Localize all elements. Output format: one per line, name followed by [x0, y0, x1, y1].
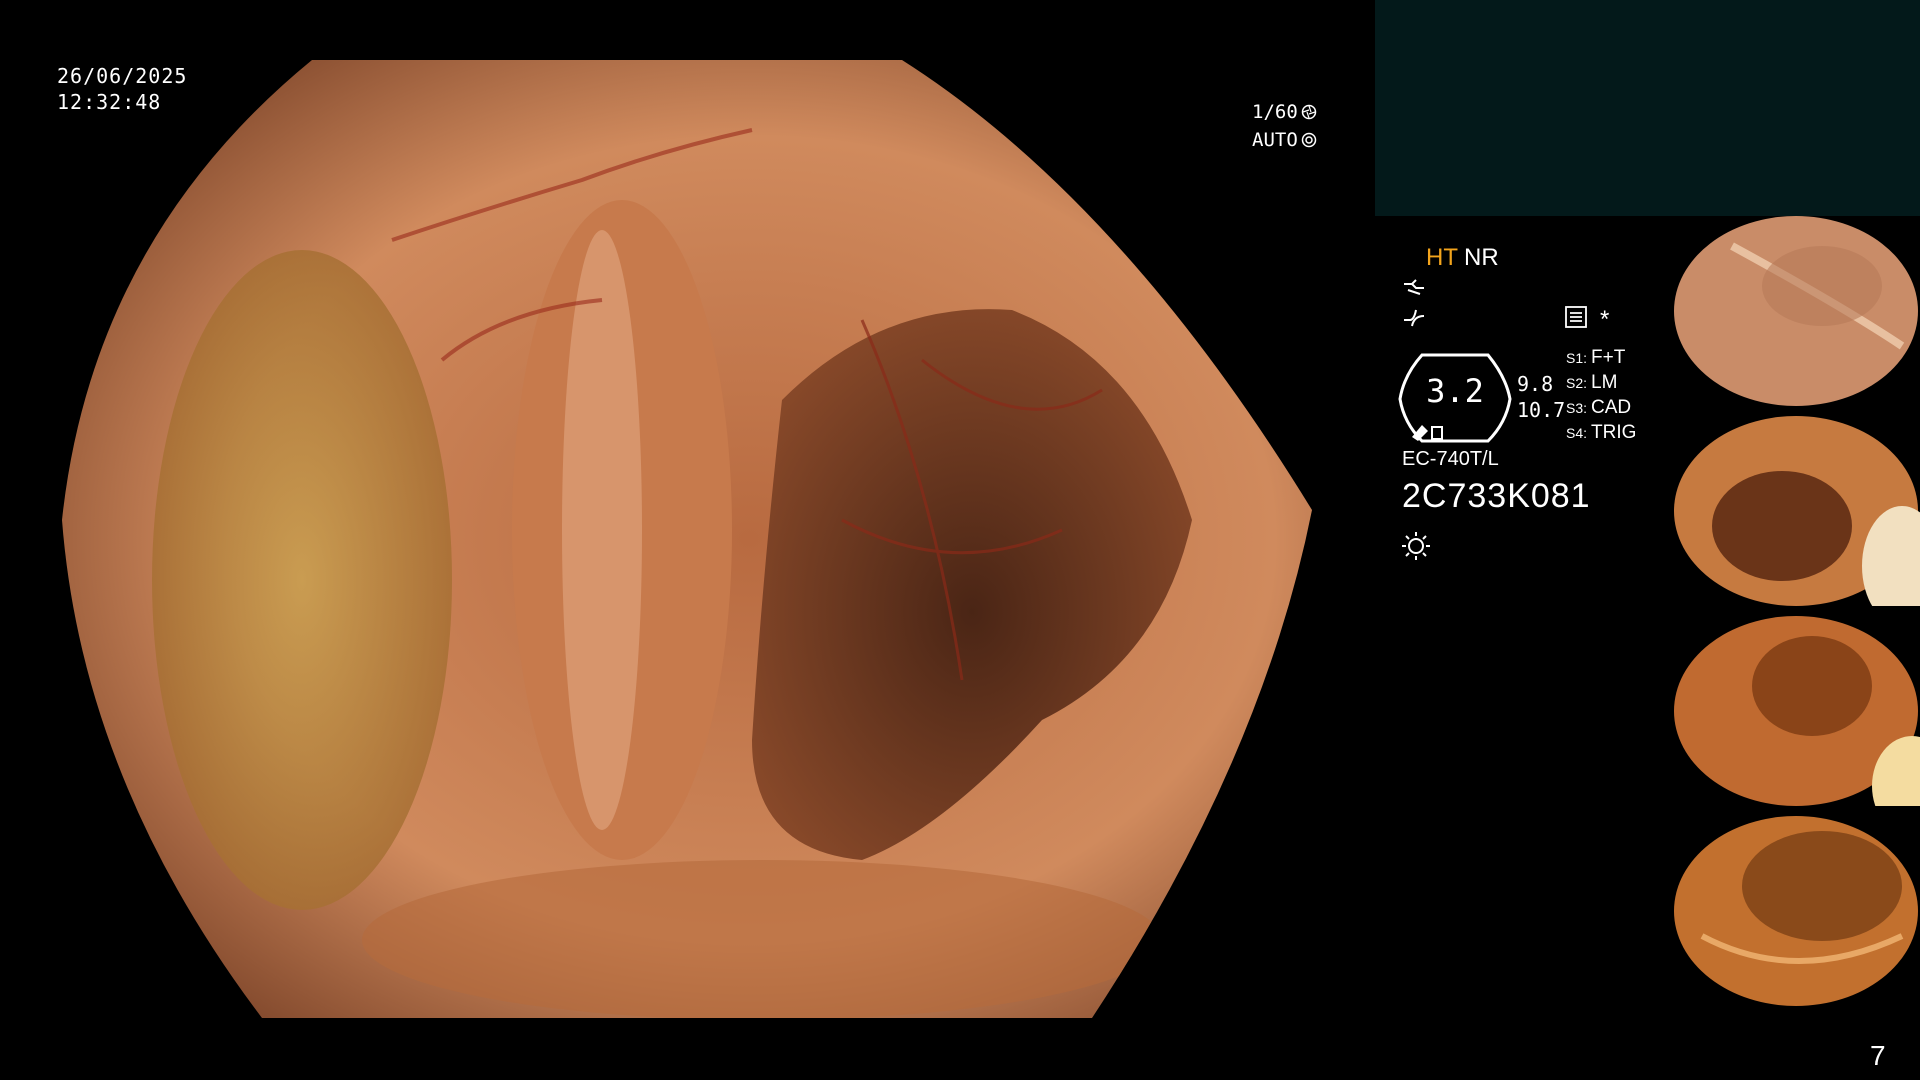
switch-s4-key: S4:: [1566, 425, 1588, 441]
endoscope-main-view: [62, 60, 1312, 1018]
thumbnail-4[interactable]: [1672, 816, 1920, 1006]
shutter-readout: 1/60: [1252, 101, 1317, 123]
exam-time: 12:32:48: [57, 90, 162, 114]
zoom-value: 3.2: [1426, 372, 1484, 410]
thumbnail-1-image: [1674, 216, 1918, 406]
iris-readout: AUTO: [1252, 129, 1317, 151]
value-b: 10.7: [1517, 398, 1566, 422]
switch-s3-value: CAD: [1591, 397, 1632, 418]
exam-date: 26/06/2025: [57, 64, 188, 88]
shutter-value: 1/60: [1252, 101, 1298, 123]
switch-s1-key: S1:: [1566, 350, 1588, 366]
thumbnail-2-image: [1674, 416, 1920, 606]
thumbnail-4-image: [1674, 816, 1918, 1006]
nr-indicator: NR: [1464, 244, 1499, 271]
switch-s3: S3: CAD: [1566, 397, 1631, 419]
switch-s2: S2: LM: [1566, 372, 1617, 394]
iris-icon: [1301, 132, 1317, 148]
thumbnail-2[interactable]: [1672, 416, 1920, 606]
switch-s1: S1: F+T: [1566, 347, 1625, 369]
asterisk-indicator: *: [1600, 306, 1610, 333]
patient-info-box: [1375, 0, 1920, 216]
thumbnail-3-image: [1674, 616, 1920, 806]
switch-s3-key: S3:: [1566, 400, 1588, 416]
page-number: 7: [1870, 1040, 1886, 1071]
scope-serial: 2C733K081: [1402, 477, 1591, 515]
iris-value: AUTO: [1252, 129, 1298, 151]
value-a: 9.8: [1517, 372, 1554, 396]
switch-s4-value: TRIG: [1591, 422, 1637, 443]
thumbnail-3[interactable]: [1672, 616, 1920, 806]
ht-indicator: HT: [1426, 244, 1458, 271]
thumbnail-1[interactable]: [1672, 216, 1920, 406]
switch-s1-value: F+T: [1591, 347, 1626, 368]
switch-s2-key: S2:: [1566, 375, 1588, 391]
shutter-icon: [1301, 104, 1317, 120]
scope-curve-icon: [1404, 309, 1425, 327]
tip-icon: [1404, 279, 1424, 295]
list-icon: [1565, 306, 1587, 328]
switch-s2-value: LM: [1591, 372, 1618, 393]
scope-model: EC-740T/L: [1402, 448, 1499, 470]
light-icon: [1402, 532, 1430, 560]
switch-s4: S4: TRIG: [1566, 422, 1636, 444]
